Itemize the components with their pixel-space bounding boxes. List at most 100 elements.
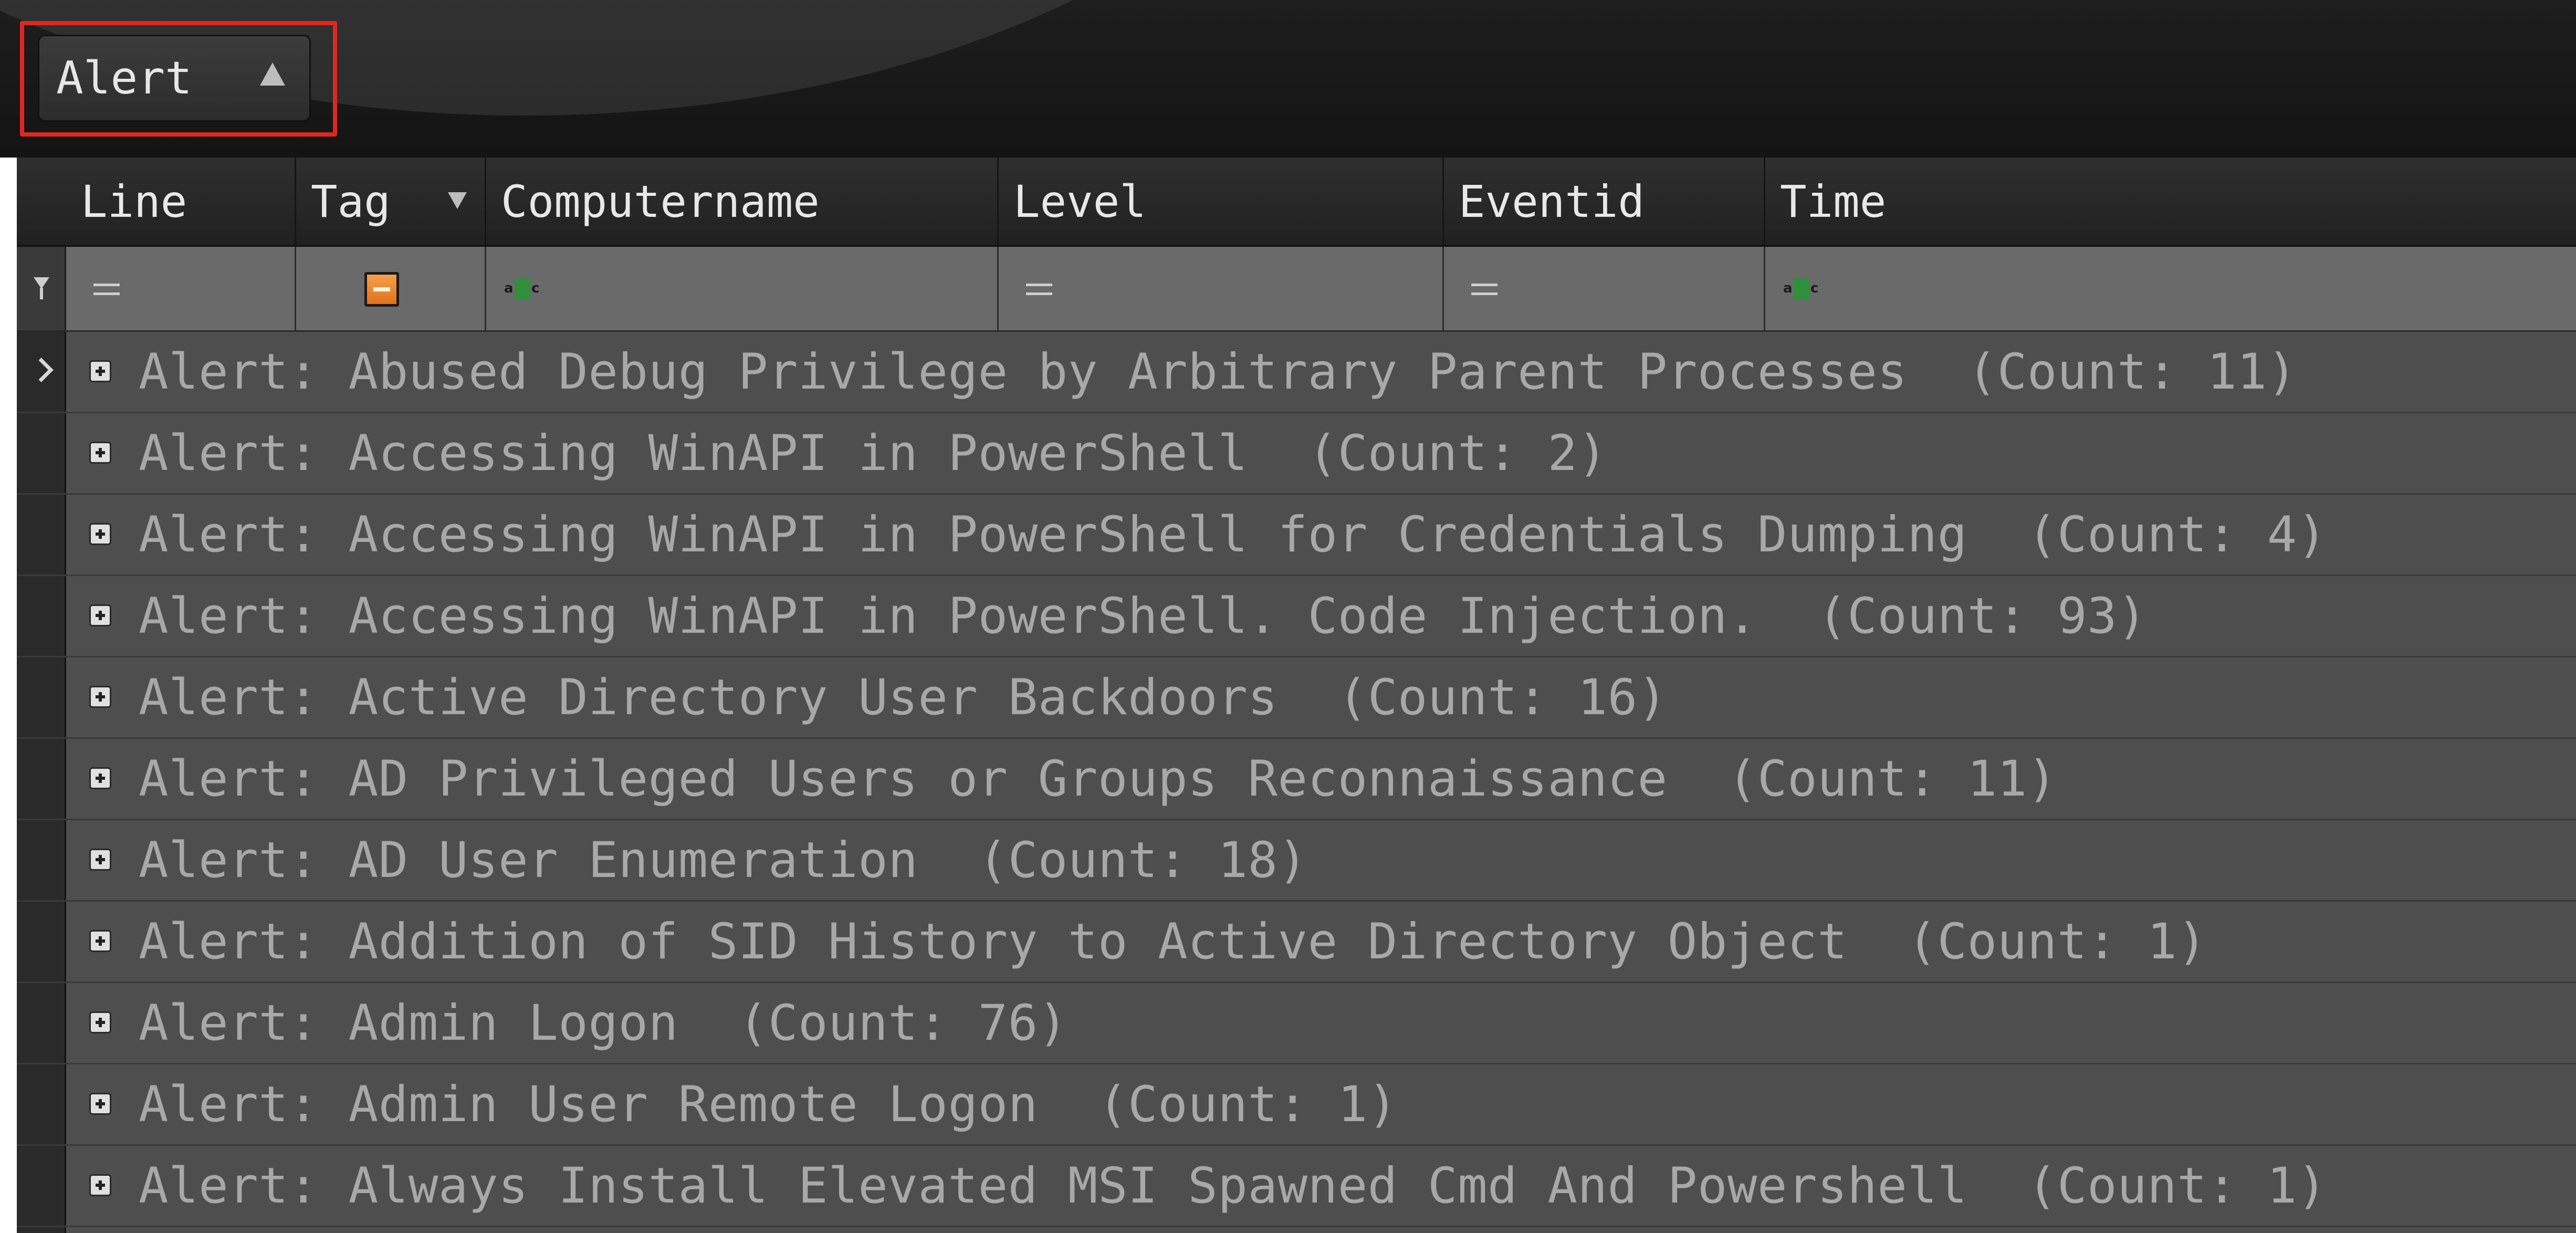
expand-plus-icon[interactable] bbox=[89, 523, 111, 545]
group-prefix: Alert: bbox=[139, 506, 349, 563]
row-indicator[interactable] bbox=[17, 739, 66, 819]
group-row[interactable]: Alert: Addition of SID History to Active… bbox=[17, 902, 2576, 983]
group-name: Abused Debug Privilege by Arbitrary Pare… bbox=[348, 343, 1908, 401]
group-prefix: Alert: bbox=[139, 343, 349, 401]
group-name: Admin User Remote Logon bbox=[348, 1075, 1038, 1133]
group-row-list: Alert: Abused Debug Privilege by Arbitra… bbox=[17, 332, 2576, 1227]
group-name: Admin Logon bbox=[348, 994, 678, 1052]
row-indicator[interactable] bbox=[17, 1064, 66, 1144]
column-header-row: Line Tag Computername Level Eventid Time bbox=[17, 158, 2576, 247]
group-name: AD Privileged Users or Groups Reconnaiss… bbox=[348, 750, 1668, 808]
tag-icon[interactable] bbox=[364, 272, 399, 307]
group-label: Alert: Admin Logon (Count: 76) bbox=[139, 983, 1068, 1063]
expand-plus-icon[interactable] bbox=[89, 686, 111, 708]
group-count: (Count: 11) bbox=[1727, 750, 2057, 808]
filter-dropdown-icon[interactable] bbox=[448, 192, 467, 209]
group-name: Always Install Elevated MSI Spawned Cmd … bbox=[348, 1157, 1967, 1215]
group-name: AD User Enumeration bbox=[348, 831, 918, 889]
group-row[interactable]: Alert: Admin User Remote Logon (Count: 1… bbox=[17, 1064, 2576, 1146]
group-prefix: Alert: bbox=[139, 913, 349, 970]
group-count: (Count: 11) bbox=[1967, 343, 2297, 401]
group-by-chip-alert[interactable]: Alert bbox=[38, 35, 311, 122]
filter-cell-computername[interactable]: ac bbox=[486, 247, 999, 330]
expand-plus-icon[interactable] bbox=[89, 849, 111, 871]
group-label: Alert: AD Privileged Users or Groups Rec… bbox=[139, 739, 2057, 819]
group-row[interactable]: Alert: Abused Debug Privilege by Arbitra… bbox=[17, 332, 2576, 413]
equals-icon[interactable] bbox=[93, 284, 120, 295]
group-row[interactable]: Alert: AD Privileged Users or Groups Rec… bbox=[17, 739, 2576, 820]
group-prefix: Alert: bbox=[139, 424, 349, 482]
group-prefix: Alert: bbox=[139, 750, 349, 808]
row-indicator[interactable] bbox=[17, 983, 66, 1063]
filter-cell-level[interactable] bbox=[999, 247, 1444, 330]
alerts-grid: Line Tag Computername Level Eventid Time bbox=[17, 158, 2576, 1233]
group-label: Alert: Admin User Remote Logon (Count: 1… bbox=[139, 1064, 1398, 1144]
row-indicator[interactable] bbox=[17, 657, 66, 737]
filter-row-indicator bbox=[17, 247, 66, 330]
filter-cell-time[interactable]: ac bbox=[1765, 247, 2576, 330]
expand-plus-icon[interactable] bbox=[89, 930, 111, 952]
filter-cell-eventid[interactable] bbox=[1444, 247, 1765, 330]
group-label: Alert: AD User Enumeration (Count: 18) bbox=[139, 820, 1308, 900]
group-row[interactable]: Alert: Always Install Elevated MSI Spawn… bbox=[17, 1146, 2576, 1227]
group-count: (Count: 93) bbox=[1817, 587, 2148, 645]
group-count: (Count: 16) bbox=[1337, 668, 1668, 726]
column-header-label: Level bbox=[1013, 175, 1146, 227]
group-row[interactable]: Alert: Admin Logon (Count: 76) bbox=[17, 983, 2576, 1064]
group-label: Alert: Accessing WinAPI in PowerShell fo… bbox=[139, 495, 2327, 574]
group-row[interactable]: Alert: Accessing WinAPI in PowerShell. C… bbox=[17, 576, 2576, 657]
row-indicator[interactable] bbox=[17, 413, 66, 493]
expand-plus-icon[interactable] bbox=[89, 1174, 111, 1196]
abc-icon[interactable]: ac bbox=[1783, 278, 1822, 299]
group-label: Alert: Abused Debug Privilege by Arbitra… bbox=[139, 332, 2297, 412]
column-header-line[interactable]: Line bbox=[66, 158, 296, 245]
row-indicator[interactable] bbox=[17, 332, 66, 412]
auto-filter-row: ac ac bbox=[17, 247, 2576, 332]
group-name: Accessing WinAPI in PowerShell bbox=[348, 424, 1248, 482]
row-indicator[interactable] bbox=[17, 576, 66, 656]
sort-ascending-icon[interactable] bbox=[260, 62, 285, 86]
group-count: (Count: 18) bbox=[978, 831, 1308, 889]
column-header-label: Computername bbox=[501, 175, 820, 227]
expand-plus-icon[interactable] bbox=[89, 604, 111, 626]
group-row[interactable]: Alert: AD User Enumeration (Count: 18) bbox=[17, 820, 2576, 902]
group-count: (Count: 76) bbox=[738, 994, 1068, 1052]
row-indicator[interactable] bbox=[17, 820, 66, 900]
column-header-level[interactable]: Level bbox=[999, 158, 1444, 245]
column-header-time[interactable]: Time bbox=[1765, 158, 2576, 245]
funnel-icon bbox=[34, 277, 49, 299]
group-row[interactable]: Alert: Accessing WinAPI in PowerShell fo… bbox=[17, 495, 2576, 576]
column-header-computername[interactable]: Computername bbox=[486, 158, 999, 245]
group-row[interactable]: Alert: Active Directory User Backdoors (… bbox=[17, 657, 2576, 739]
expand-plus-icon[interactable] bbox=[89, 442, 111, 464]
group-count: (Count: 1) bbox=[1907, 913, 2207, 970]
column-header-eventid[interactable]: Eventid bbox=[1444, 158, 1765, 245]
equals-icon[interactable] bbox=[1026, 284, 1052, 295]
group-label: Alert: Addition of SID History to Active… bbox=[139, 902, 2207, 981]
filter-cell-tag[interactable] bbox=[296, 247, 486, 330]
group-label: Alert: Accessing WinAPI in PowerShell (C… bbox=[139, 413, 1608, 493]
equals-icon[interactable] bbox=[1471, 284, 1498, 295]
abc-icon[interactable]: ac bbox=[504, 278, 543, 299]
row-indicator[interactable] bbox=[17, 1146, 66, 1226]
current-row-arrow-icon bbox=[29, 358, 54, 382]
column-header-tag[interactable]: Tag bbox=[296, 158, 486, 245]
group-row[interactable]: Alert: Accessing WinAPI in PowerShell (C… bbox=[17, 413, 2576, 495]
group-count: (Count: 4) bbox=[2027, 506, 2327, 563]
column-header-label: Time bbox=[1780, 175, 1887, 227]
filter-cell-line[interactable] bbox=[66, 247, 296, 330]
group-label: Alert: Always Install Elevated MSI Spawn… bbox=[139, 1146, 2327, 1226]
column-header-label: Tag bbox=[311, 175, 391, 227]
row-indicator[interactable] bbox=[17, 495, 66, 574]
group-prefix: Alert: bbox=[139, 994, 349, 1052]
group-prefix: Alert: bbox=[139, 831, 349, 889]
group-prefix: Alert: bbox=[139, 1075, 349, 1133]
group-name: Accessing WinAPI in PowerShell. Code Inj… bbox=[348, 587, 1758, 645]
expand-plus-icon[interactable] bbox=[89, 360, 111, 382]
expand-plus-icon[interactable] bbox=[89, 1093, 111, 1115]
expand-plus-icon[interactable] bbox=[89, 767, 111, 789]
group-by-panel: Alert bbox=[0, 0, 2576, 158]
expand-plus-icon[interactable] bbox=[89, 1011, 111, 1033]
column-header-label: Eventid bbox=[1459, 175, 1645, 227]
row-indicator[interactable] bbox=[17, 902, 66, 981]
